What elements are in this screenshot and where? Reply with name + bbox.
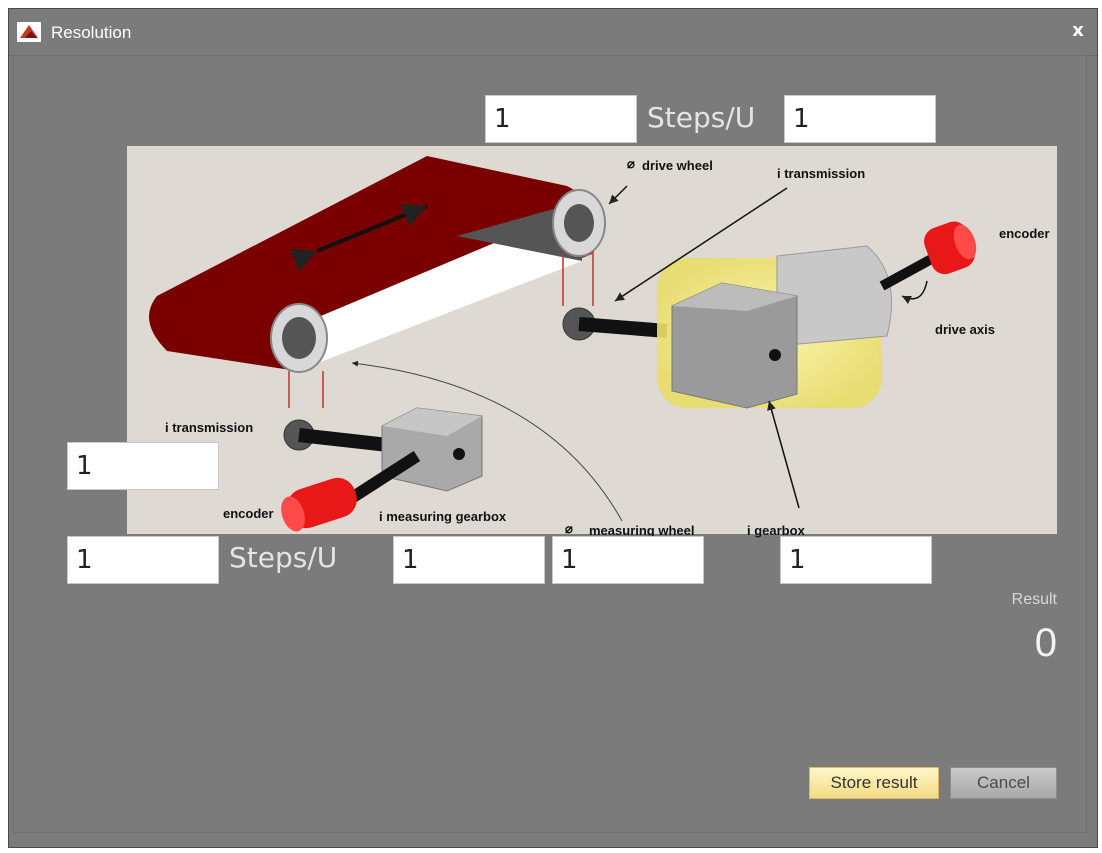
conveyor-illustration bbox=[149, 156, 977, 532]
label-i-transmission-left: i transmission bbox=[165, 420, 254, 435]
result-label: Result bbox=[1011, 591, 1057, 608]
top-steps-left-input[interactable] bbox=[485, 95, 637, 143]
title-bar: Resolution x bbox=[9, 9, 1097, 56]
window-title: Resolution bbox=[51, 23, 132, 42]
diameter-icon: ⌀ bbox=[565, 521, 573, 536]
left-transmission-input[interactable] bbox=[67, 442, 219, 490]
result-value: 0 bbox=[1034, 621, 1057, 665]
app-logo-icon bbox=[17, 22, 41, 42]
gearbox-input[interactable] bbox=[780, 536, 932, 584]
store-result-button[interactable]: Store result bbox=[809, 767, 939, 799]
label-i-measuring-gearbox: i measuring gearbox bbox=[379, 509, 507, 524]
label-encoder-right: encoder bbox=[999, 226, 1050, 241]
diameter-icon: ⌀ bbox=[627, 156, 635, 171]
cancel-button[interactable]: Cancel bbox=[950, 767, 1057, 799]
label-drive-wheel: drive wheel bbox=[642, 158, 713, 173]
top-steps-unit-label: Steps/U bbox=[647, 101, 756, 134]
label-encoder-left: encoder bbox=[223, 506, 274, 521]
label-drive-axis: drive axis bbox=[935, 322, 995, 337]
bottom-steps-unit-label: Steps/U bbox=[229, 541, 338, 574]
close-icon[interactable]: x bbox=[1067, 19, 1089, 43]
measuring-wheel-input[interactable] bbox=[552, 536, 704, 584]
measuring-gearbox-input[interactable] bbox=[393, 536, 545, 584]
top-steps-right-input[interactable] bbox=[784, 95, 936, 143]
conveyor-diagram: ⌀ drive wheel i transmission encoder dri… bbox=[127, 146, 1057, 538]
resolution-dialog: Resolution x Steps/U bbox=[8, 8, 1098, 848]
label-i-transmission-top: i transmission bbox=[777, 166, 866, 181]
bottom-steps-left-input[interactable] bbox=[67, 536, 219, 584]
